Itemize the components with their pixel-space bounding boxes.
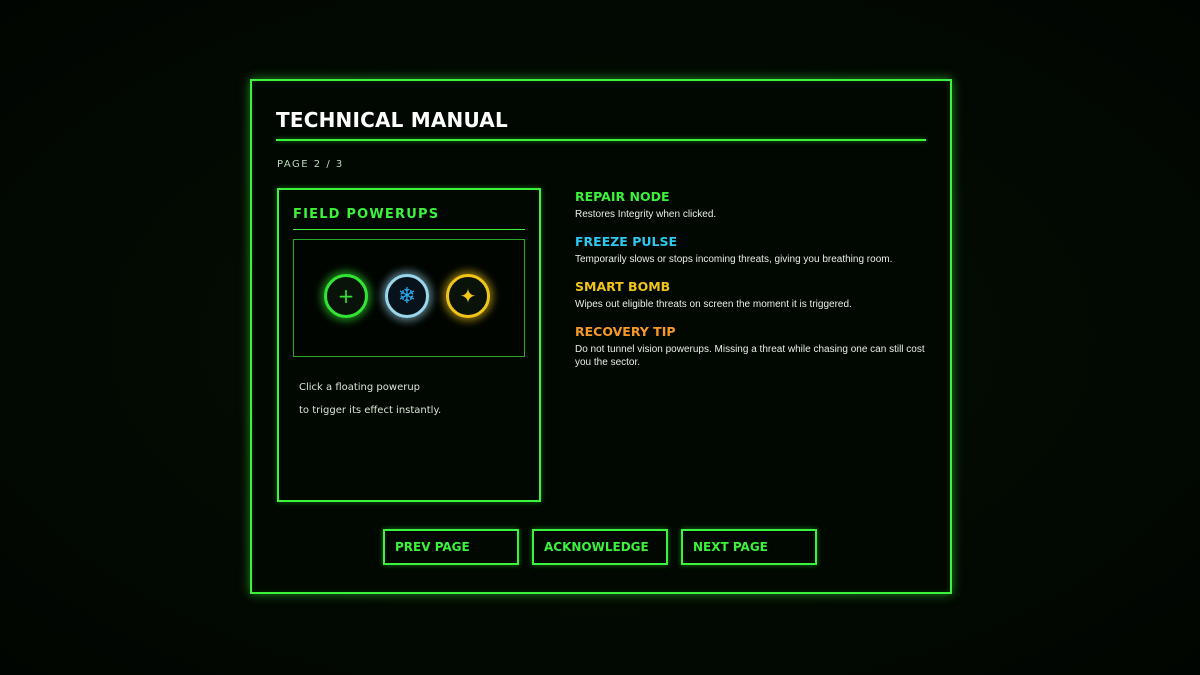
info-item-freeze-pulse: FREEZE PULSE Temporarily slows or stops … xyxy=(575,234,935,266)
snowflake-icon: ❄ xyxy=(397,283,417,309)
info-heading: REPAIR NODE xyxy=(575,189,670,204)
prev-page-button[interactable]: PREV PAGE xyxy=(383,529,519,565)
info-item-repair-node: REPAIR NODE Restores Integrity when clic… xyxy=(575,189,935,221)
bomb-orb: ✦ xyxy=(446,274,490,318)
powerups-card-title: FIELD POWERUPS xyxy=(293,207,440,222)
info-heading: SMART BOMB xyxy=(575,279,671,294)
freeze-orb: ❄ xyxy=(385,274,429,318)
next-page-button[interactable]: NEXT PAGE xyxy=(681,529,817,565)
card-caption-line-2: to trigger its effect instantly. xyxy=(299,405,442,416)
plus-icon: + xyxy=(337,284,355,308)
powerup-icons-preview: + ❄ ✦ xyxy=(293,239,525,357)
card-divider xyxy=(293,229,525,230)
title-divider xyxy=(276,139,926,141)
page-indicator: PAGE 2 / 3 xyxy=(277,159,344,170)
game-screen: TECHNICAL MANUAL PAGE 2 / 3 FIELD POWERU… xyxy=(0,0,1200,675)
info-heading: FREEZE PULSE xyxy=(575,234,678,249)
info-heading: RECOVERY TIP xyxy=(575,324,676,339)
powerups-card: FIELD POWERUPS + ❄ ✦ Click a floating po… xyxy=(277,188,541,502)
info-item-recovery-tip: RECOVERY TIP Do not tunnel vision poweru… xyxy=(575,324,935,369)
powerup-info-list: REPAIR NODE Restores Integrity when clic… xyxy=(575,189,935,382)
sparkle-icon: ✦ xyxy=(459,284,477,308)
info-description: Temporarily slows or stops incoming thre… xyxy=(575,254,893,265)
repair-orb: + xyxy=(324,274,368,318)
info-description: Do not tunnel vision powerups. Missing a… xyxy=(575,344,925,368)
button-row: PREV PAGE ACKNOWLEDGE NEXT PAGE xyxy=(383,529,823,569)
manual-panel: TECHNICAL MANUAL PAGE 2 / 3 FIELD POWERU… xyxy=(250,79,952,594)
acknowledge-button[interactable]: ACKNOWLEDGE xyxy=(532,529,668,565)
card-caption-line-1: Click a floating powerup xyxy=(299,382,421,393)
info-description: Wipes out eligible threats on screen the… xyxy=(575,299,852,310)
manual-title: TECHNICAL MANUAL xyxy=(276,108,508,132)
info-item-smart-bomb: SMART BOMB Wipes out eligible threats on… xyxy=(575,279,935,311)
info-description: Restores Integrity when clicked. xyxy=(575,209,717,220)
